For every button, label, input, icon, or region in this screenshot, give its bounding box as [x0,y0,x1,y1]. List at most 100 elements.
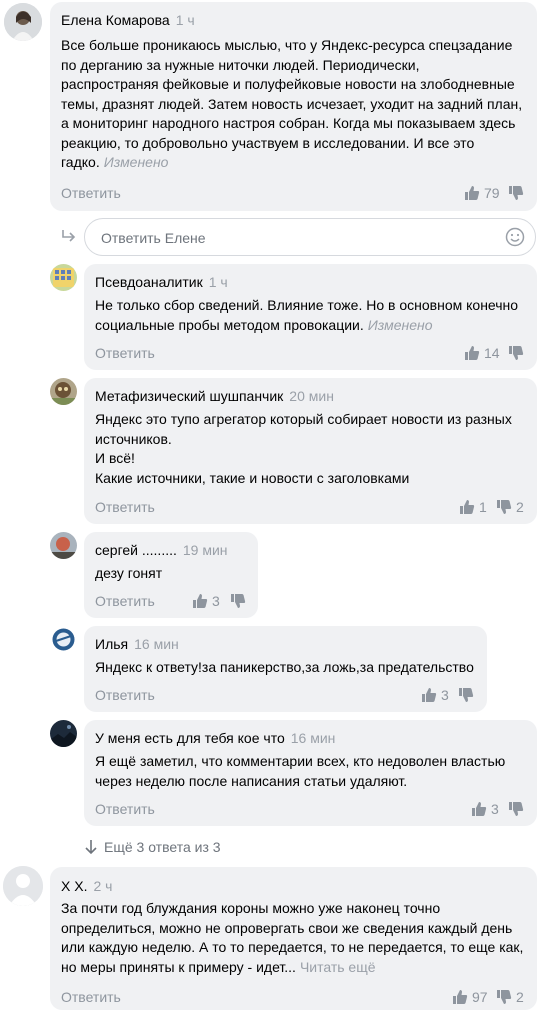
text-line: И всё! [95,450,135,466]
text-line: Яндекс это тупо агрегатор который собира… [95,411,512,427]
author-name[interactable]: сергей ......... [95,542,177,558]
comment-header: Псевдоаналитик 1 ч [95,273,228,291]
user-photo-icon [50,532,77,559]
reply-button[interactable]: Ответить [95,800,155,818]
like-button[interactable]: 1 [459,498,487,516]
thumb-up-icon [453,990,468,1004]
reply-input[interactable] [99,227,493,249]
comment-time: 1 ч [208,274,228,290]
comment-text: дезу гонят [95,564,162,584]
comment-header: Х Х. 2 ч [61,877,112,895]
user-photo-icon [4,3,42,41]
author-name[interactable]: Метафизический шушпанчик [95,388,283,404]
text-line-last: но меры приняты к примеру - идет... [61,958,296,975]
dislike-button[interactable] [508,801,524,817]
thumb-down-icon [497,500,512,514]
edited-label: Изменено [367,316,433,333]
emoji-icon[interactable] [505,227,525,247]
comment-text: Яндекс это тупо агрегатор который собира… [95,410,512,488]
like-count: 1 [479,499,487,515]
reply-button[interactable]: Ответить [95,498,155,516]
comment-time: 1 ч [175,12,195,28]
text-line-last: гадко. [61,154,100,170]
dislike-button[interactable] [508,185,524,201]
dislike-button[interactable] [508,345,524,361]
thumb-down-icon [497,990,512,1004]
reply-button[interactable]: Ответить [95,592,155,610]
read-more-link[interactable]: Читать ещё [300,959,376,975]
text-line: источников. [95,430,172,447]
comment-time: 16 мин [290,730,336,746]
text-line: гадко. Изменено [61,153,522,173]
avatar-shushpanchik[interactable] [50,378,77,405]
avatar-u-menya[interactable] [50,720,77,747]
reply-button[interactable]: Ответить [61,184,121,202]
avatar-hh[interactable] [3,866,43,906]
reply-button[interactable]: Ответить [95,344,155,362]
text-line: Я ещё заметил, что комментарии всех, кто… [95,753,506,769]
comment-time: 2 ч [93,878,113,894]
author-name[interactable]: У меня есть для тебя кое что [95,730,285,746]
avatar-ilya[interactable] [50,626,77,653]
author-name[interactable]: Елена Комарова [61,12,170,28]
comment-header: Илья 16 мин [95,635,179,653]
comment-text: Не только сбор сведений. Влияние тоже. Н… [95,296,518,335]
dislike-button[interactable]: 2 [496,498,524,516]
like-button[interactable]: 79 [464,184,500,202]
like-count: 97 [472,989,488,1005]
like-button[interactable]: 3 [421,686,449,704]
comment-time: 16 мин [134,636,179,652]
comment-text: Я ещё заметил, что комментарии всех, кто… [95,752,505,791]
comment-time: 19 мин [182,542,228,558]
author-name[interactable]: Илья [95,636,128,652]
dislike-button[interactable]: 2 [496,988,524,1006]
like-button[interactable]: 3 [192,592,220,610]
user-photo-icon [50,378,77,405]
avatar-pseudoanalyst[interactable] [50,264,77,291]
comment-header: сергей ......... 19 мин [95,541,228,559]
author-name[interactable]: Псевдоаналитик [95,274,203,290]
thumb-down-icon [509,802,524,816]
like-count: 79 [484,185,500,201]
dislike-button[interactable] [230,593,246,609]
thumb-down-icon [459,688,474,702]
comment-header: Метафизический шушпанчик 20 мин [95,387,334,405]
thumb-down-icon [509,346,524,360]
text-line: через неделю после написания статьи удал… [95,772,408,789]
user-photo-icon [50,720,77,747]
text-line: определиться, можно не опровергать свои … [61,919,513,936]
text-line: Какие источники, такие и новости с загол… [95,469,410,486]
text-line: а мониторинг народного настроя собран. К… [61,115,516,131]
text-line: по дерганию за нужные ниточки людей. Пер… [61,56,420,73]
more-replies-label: Ещё 3 ответа из 3 [104,839,221,855]
default-user-icon [3,866,43,906]
text-line: но меры приняты к примеру - идет... Читат… [61,958,523,978]
comment-time: 20 мин [289,388,334,404]
reply-input-box [84,218,536,256]
avatar-elena[interactable] [4,3,42,41]
like-button[interactable]: 3 [471,800,499,818]
like-button[interactable]: 14 [464,344,500,362]
comment-text: Все больше проникаюсь мыслью, что у Янде… [61,36,522,173]
like-button[interactable]: 97 [452,988,488,1006]
like-count: 3 [441,687,449,703]
text-line: дезу гонят [95,565,163,581]
dislike-button[interactable] [458,687,474,703]
comment-text: За почти год блуждания короны можно уже … [61,899,523,977]
text-line: Яндекс к ответу!за паникерство,за ложь,з… [95,659,474,675]
thumb-up-icon [465,186,480,200]
thumb-up-icon [465,346,480,360]
more-replies-link[interactable]: Ещё 3 ответа из 3 [84,838,221,856]
comment-header: У меня есть для тебя кое что 16 мин [95,729,335,747]
like-count: 3 [212,593,220,609]
thumb-up-icon [193,594,208,608]
edited-label: Изменено [103,154,169,170]
dislike-count: 2 [516,989,524,1005]
thumb-up-icon [422,688,437,702]
author-name[interactable]: Х Х. [61,878,87,894]
text-line: За почти год блуждания короны можно уже … [61,900,441,916]
reply-button[interactable]: Ответить [61,988,121,1006]
reply-button[interactable]: Ответить [95,686,155,704]
avatar-sergey[interactable] [50,532,77,559]
text-line: Все больше проникаюсь мыслью, что у Янде… [61,37,513,53]
